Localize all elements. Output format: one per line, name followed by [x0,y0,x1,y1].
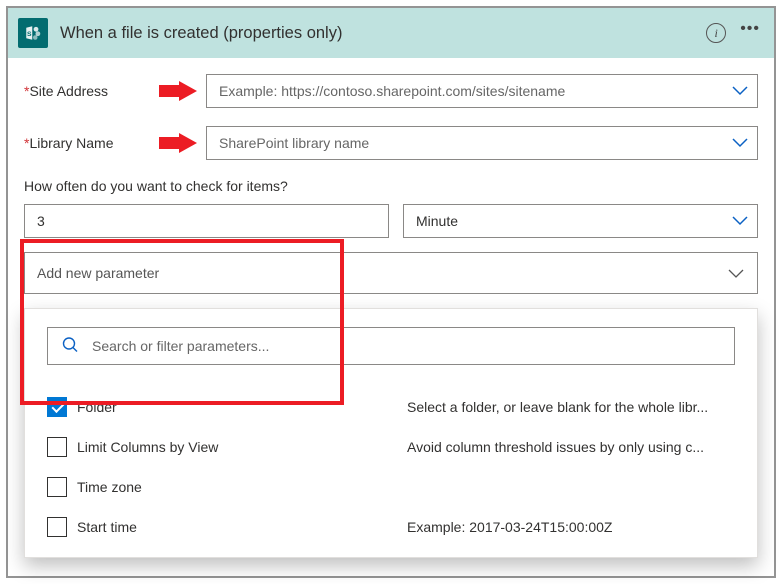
card-header: S When a file is created (properties onl… [8,8,774,58]
site-address-input[interactable] [206,74,758,108]
checkbox[interactable] [47,477,67,497]
parameter-search-input[interactable] [47,327,735,365]
interval-row: Minute [24,204,758,238]
more-icon[interactable]: ••• [740,20,760,38]
red-arrow-icon [159,81,197,101]
interval-value-input[interactable] [24,204,389,238]
card-title: When a file is created (properties only) [60,24,706,43]
param-row-folder[interactable]: Folder Select a folder, or leave blank f… [47,387,735,427]
action-card: S When a file is created (properties onl… [6,6,776,578]
svg-text:S: S [27,31,32,38]
checkbox[interactable] [47,517,67,537]
checkbox-checked[interactable] [47,397,67,417]
library-name-input[interactable] [206,126,758,160]
add-parameter-section: Add new parameter Folder Select a folder… [24,252,758,558]
param-row-start-time[interactable]: Start time Example: 2017-03-24T15:00:00Z [47,507,735,547]
library-name-row: *Library Name [24,126,758,160]
sharepoint-icon: S [18,18,48,48]
red-arrow-icon [159,133,197,153]
site-address-label: *Site Address [24,83,124,99]
info-icon[interactable]: i [706,23,726,43]
interval-unit-select[interactable]: Minute [403,204,758,238]
chevron-down-icon [728,266,744,282]
param-row-time-zone[interactable]: Time zone [47,467,735,507]
add-parameter-dropdown[interactable]: Add new parameter [24,252,758,294]
site-address-row: *Site Address [24,74,758,108]
interval-label: How often do you want to check for items… [24,178,758,194]
checkbox[interactable] [47,437,67,457]
card-body: *Site Address *Library Name [8,58,774,576]
search-icon [61,336,79,357]
library-name-label: *Library Name [24,135,124,151]
parameter-panel: Folder Select a folder, or leave blank f… [24,308,758,558]
param-row-limit-columns[interactable]: Limit Columns by View Avoid column thres… [47,427,735,467]
